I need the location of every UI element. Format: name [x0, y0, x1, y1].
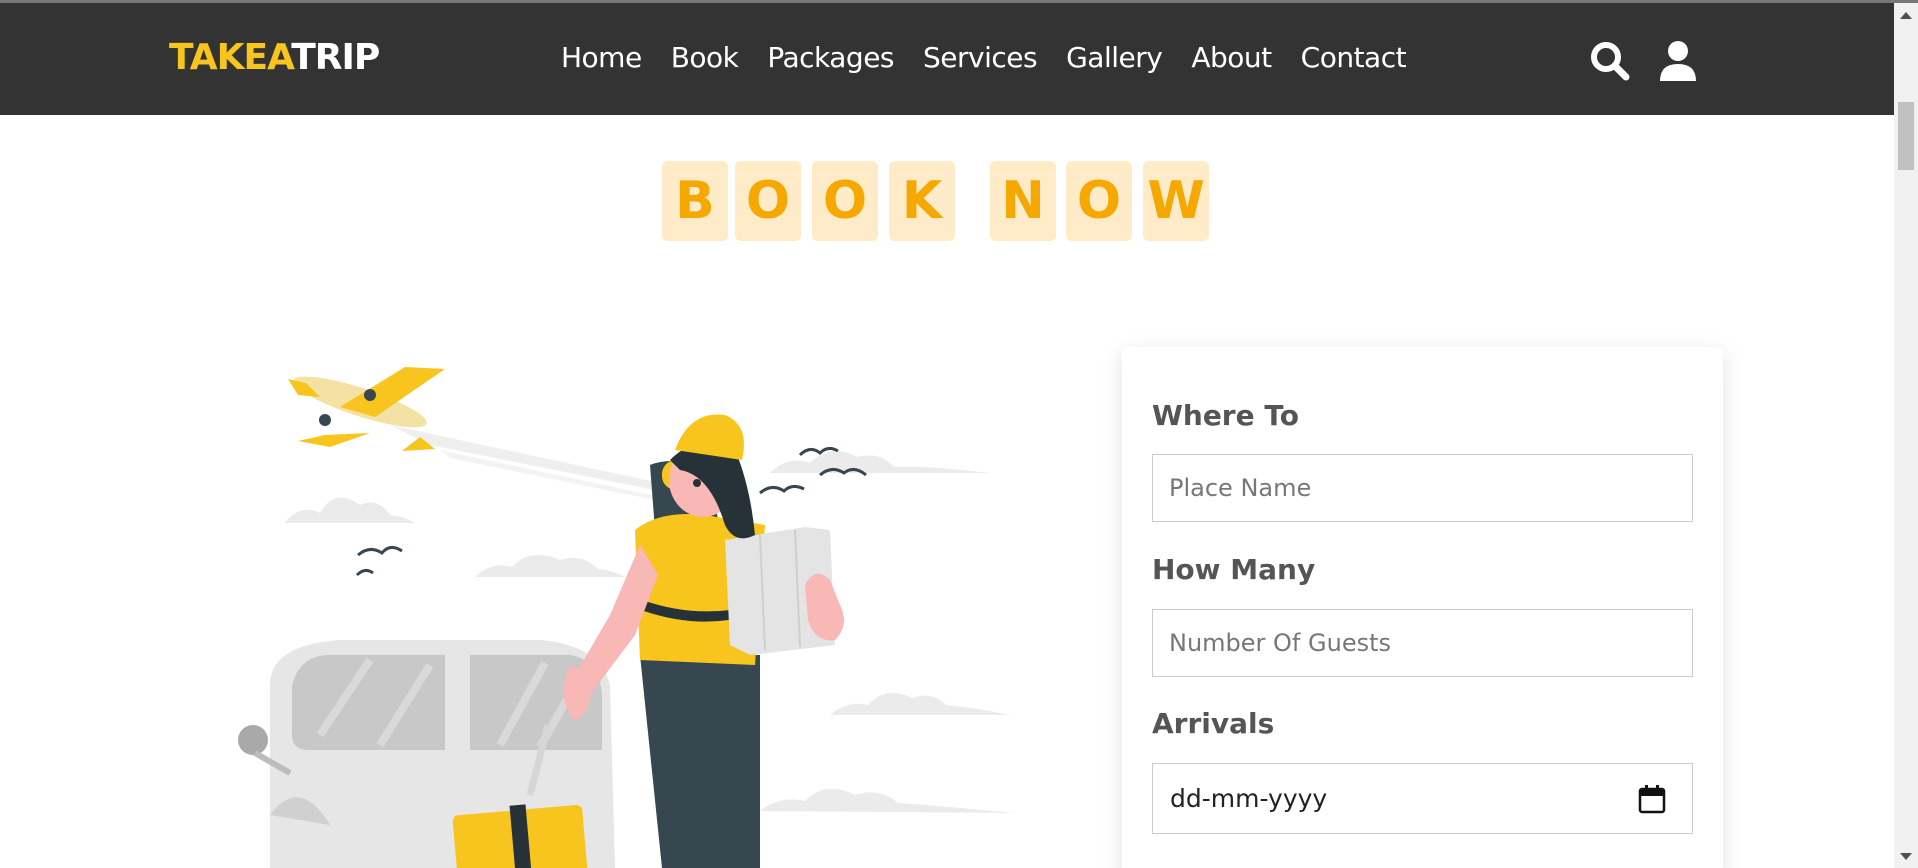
site-header: TAKEATRIP Home Book Packages Services Ga…: [0, 3, 1894, 115]
heading-letter: O: [1066, 161, 1132, 241]
where-to-label: Where To: [1152, 399, 1299, 432]
calendar-icon[interactable]: [1638, 784, 1666, 814]
number-of-guests-input[interactable]: [1152, 609, 1693, 677]
scroll-up-arrow-icon[interactable]: [1894, 7, 1918, 25]
vertical-scrollbar[interactable]: [1894, 3, 1918, 868]
booking-form-card: Where To How Many Arrivals dd-mm-yyyy: [1122, 347, 1723, 868]
logo-part-1: TAKEA: [169, 37, 292, 78]
traveler-illustration: [238, 367, 1015, 868]
arrivals-date-input[interactable]: dd-mm-yyyy: [1152, 763, 1693, 834]
scroll-down-arrow-icon[interactable]: [1894, 848, 1918, 866]
heading-letter: W: [1143, 161, 1209, 241]
how-many-label: How Many: [1152, 553, 1316, 586]
place-name-input[interactable]: [1152, 454, 1693, 522]
nav-gallery[interactable]: Gallery: [1066, 41, 1163, 74]
nav-about[interactable]: About: [1191, 41, 1272, 74]
logo[interactable]: TAKEATRIP: [169, 37, 380, 78]
scroll-thumb[interactable]: [1898, 102, 1914, 170]
heading-letter: K: [889, 161, 955, 241]
arrivals-label: Arrivals: [1152, 707, 1275, 740]
nav-contact[interactable]: Contact: [1301, 41, 1407, 74]
main-nav: Home Book Packages Services Gallery Abou…: [561, 41, 1407, 74]
heading-letter: N: [990, 161, 1056, 241]
nav-services[interactable]: Services: [923, 41, 1038, 74]
arrivals-date-value: dd-mm-yyyy: [1170, 784, 1328, 813]
logo-part-2: TRIP: [291, 37, 380, 78]
heading-letter: B: [662, 161, 728, 241]
nav-book[interactable]: Book: [671, 41, 739, 74]
search-icon[interactable]: [1588, 39, 1632, 83]
heading-letter: O: [812, 161, 878, 241]
nav-home[interactable]: Home: [561, 41, 642, 74]
heading-letter: O: [735, 161, 801, 241]
nav-packages[interactable]: Packages: [767, 41, 894, 74]
user-icon[interactable]: [1656, 39, 1700, 83]
